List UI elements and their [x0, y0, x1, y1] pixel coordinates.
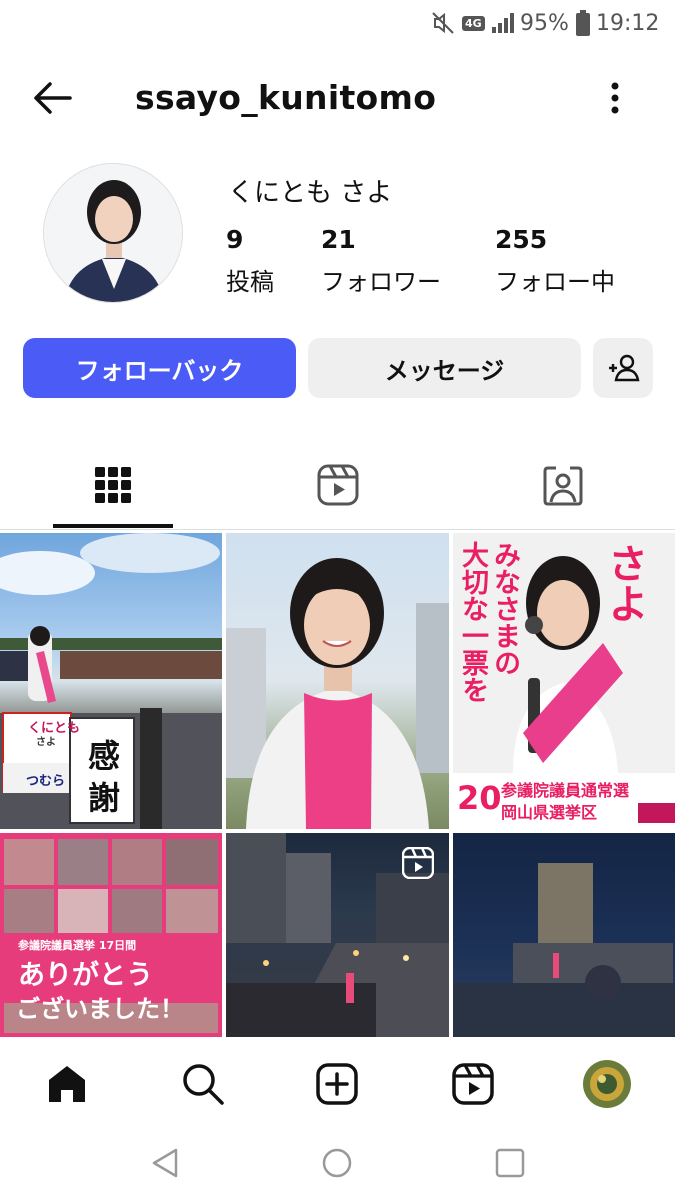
- post-thumbnail-2[interactable]: [226, 533, 449, 829]
- post-thumbnail-1[interactable]: くにとも さよ つむら 感 謝: [0, 533, 222, 829]
- battery-percent: 95%: [520, 10, 569, 36]
- post-thumbnail-6[interactable]: [453, 833, 675, 1037]
- reels-icon: [317, 464, 358, 506]
- reels-icon: [452, 1063, 494, 1105]
- signal-icon: [490, 8, 516, 38]
- nav-reels[interactable]: [448, 1059, 498, 1109]
- suggest-user-button[interactable]: [593, 338, 653, 398]
- tab-posts-grid[interactable]: [0, 455, 225, 515]
- stat-following[interactable]: 255 フォロー中: [495, 225, 615, 297]
- bottom-navigation: [0, 1045, 675, 1125]
- tagged-icon: [543, 466, 582, 506]
- nav-search[interactable]: [178, 1059, 228, 1109]
- tab-reels[interactable]: [225, 455, 450, 515]
- nav-create[interactable]: [312, 1059, 362, 1109]
- add-person-icon: [609, 354, 640, 382]
- arrow-left-icon: [34, 82, 72, 114]
- grid-icon: [94, 467, 131, 503]
- mute-icon: [430, 8, 456, 38]
- profile-avatar-icon: [583, 1060, 631, 1108]
- triangle-back-icon: [152, 1148, 178, 1178]
- post-thumbnail-3[interactable]: さよ みなさまの 大切な一票を 参議院議員通常選 岡山県選挙区 20: [453, 533, 675, 829]
- network-badge: 4G: [462, 8, 485, 38]
- square-recents-icon: [495, 1148, 525, 1178]
- system-navigation-bar: [0, 1125, 675, 1200]
- nav-home[interactable]: [42, 1059, 92, 1109]
- clock: 19:12: [596, 10, 660, 36]
- profile-avatar[interactable]: [43, 163, 183, 303]
- home-icon: [49, 1066, 85, 1102]
- system-back-button[interactable]: [145, 1143, 185, 1183]
- create-icon: [316, 1063, 358, 1105]
- status-bar: 4G 95% 19:12: [0, 0, 675, 48]
- display-name: くにとも さよ: [228, 178, 393, 208]
- system-recents-button[interactable]: [490, 1143, 530, 1183]
- stat-posts[interactable]: 9 投稿: [226, 225, 274, 297]
- more-vertical-icon: [611, 82, 619, 114]
- selected-tab-indicator: [53, 524, 173, 528]
- search-icon: [183, 1064, 224, 1105]
- follow-back-button[interactable]: フォローバック: [23, 338, 296, 398]
- nav-profile[interactable]: [582, 1059, 632, 1109]
- circle-home-icon: [322, 1148, 352, 1178]
- more-options-button[interactable]: [600, 80, 630, 116]
- back-button[interactable]: [28, 76, 78, 120]
- tab-divider: [0, 529, 675, 530]
- system-home-button[interactable]: [317, 1143, 357, 1183]
- stat-followers[interactable]: 21 フォロワー: [321, 225, 441, 297]
- profile-username: ssayo_kunitomo: [135, 78, 437, 117]
- tab-tagged[interactable]: [450, 455, 675, 515]
- post-thumbnail-5[interactable]: [226, 833, 449, 1037]
- post-thumbnail-4[interactable]: 参議院議員選挙 17日間 ありがとう ございました！: [0, 833, 222, 1037]
- reel-indicator-icon: [401, 846, 435, 883]
- message-button[interactable]: メッセージ: [308, 338, 581, 398]
- battery-icon: [576, 8, 590, 38]
